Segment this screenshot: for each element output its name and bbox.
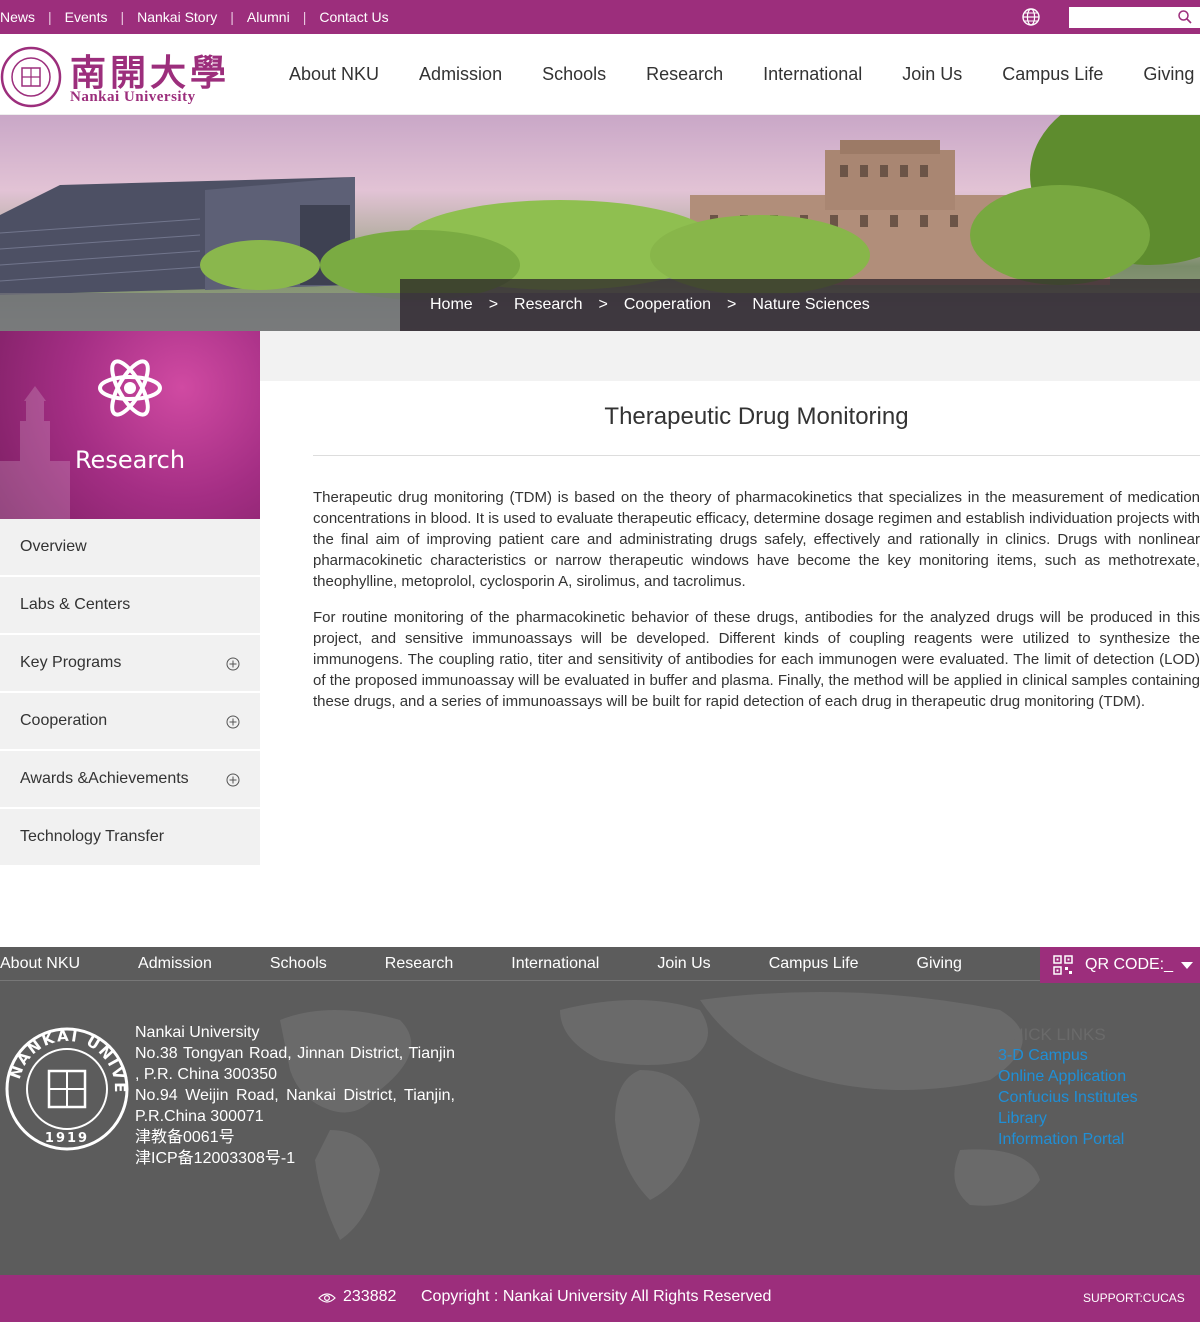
nav-research[interactable]: Research [646, 64, 723, 85]
qr-code-icon [1053, 955, 1073, 975]
breadcrumb-separator: > [488, 296, 499, 313]
sidebar-item-key-programs[interactable]: Key Programs [0, 635, 260, 693]
footer-nav: About NKU Admission Schools Research Int… [0, 947, 1040, 981]
breadcrumb-research[interactable]: Research [514, 296, 582, 314]
university-seal-logo: NANKAI UNIVERSITY 1919 [5, 1027, 129, 1151]
breadcrumb-nature-sciences[interactable]: Nature Sciences [752, 296, 869, 314]
quick-link-online-application[interactable]: Online Application [998, 1066, 1138, 1087]
article-paragraph: For routine monitoring of the pharmacoki… [313, 609, 1200, 710]
support-link[interactable]: SUPPORT:CUCAS [1083, 1291, 1185, 1305]
footer-nav-schools[interactable]: Schools [270, 955, 327, 973]
quick-links: QUICK LINKS 3-D Campus Online Applicatio… [998, 1024, 1138, 1150]
separator: | [302, 9, 307, 25]
top-link-events[interactable]: Events [65, 9, 108, 25]
footer-nav-research[interactable]: Research [385, 955, 453, 973]
address-line: No.38 Tongyan Road, Jinnan District, Tia… [135, 1045, 455, 1083]
address-line[interactable]: 津ICP备12003308号-1 [135, 1148, 455, 1169]
qr-code-label: QR CODE:_ [1085, 956, 1174, 973]
site-footer: About NKU Admission Schools Research Int… [0, 947, 1200, 1275]
nav-join-us[interactable]: Join Us [902, 64, 962, 85]
sidebar-item-label: Technology Transfer [20, 828, 165, 845]
nav-admission[interactable]: Admission [419, 64, 502, 85]
top-link-alumni[interactable]: Alumni [247, 9, 290, 25]
logo-english-text: Nankai University [70, 89, 196, 105]
qr-code-dropdown[interactable]: QR CODE:_ [1040, 947, 1200, 983]
top-link-contact-us[interactable]: Contact Us [319, 9, 388, 25]
top-link-nankai-story[interactable]: Nankai Story [137, 9, 217, 25]
plus-circle-icon[interactable] [226, 657, 240, 671]
content-top-band [260, 331, 1200, 381]
sidebar-item-label: Labs & Centers [20, 596, 131, 613]
contact-address: Nankai University No.38 Tongyan Road, Ji… [135, 1022, 455, 1169]
footer-nav-international[interactable]: International [511, 955, 599, 973]
footer-nav-join-us[interactable]: Join Us [657, 955, 710, 973]
footer-nav-about-nku[interactable]: About NKU [0, 955, 80, 973]
sidebar-menu: Overview Labs & Centers Key Programs Coo… [0, 519, 260, 867]
quick-link-confucius-institutes[interactable]: Confucius Institutes [998, 1087, 1138, 1108]
chevron-down-icon [1181, 962, 1193, 969]
nav-giving[interactable]: Giving [1143, 64, 1194, 85]
sidebar-item-label: Awards &Achievements [20, 770, 189, 787]
quick-link-information-portal[interactable]: Information Portal [998, 1129, 1138, 1150]
plus-circle-icon[interactable] [226, 773, 240, 787]
main-nav: About NKU Admission Schools Research Int… [289, 64, 1200, 85]
breadcrumb-cooperation[interactable]: Cooperation [624, 296, 711, 314]
address-line: Nankai University [135, 1024, 260, 1041]
nav-international[interactable]: International [763, 64, 862, 85]
site-header: 南開大學 Nankai University About NKU Admissi… [0, 34, 1200, 115]
separator: | [48, 9, 52, 25]
quick-link-3d-campus[interactable]: 3-D Campus [998, 1045, 1138, 1066]
breadcrumb-home[interactable]: Home [430, 296, 473, 314]
sidebar-title: Research [74, 446, 186, 474]
address-line[interactable]: 津教备0061号 [135, 1127, 455, 1148]
breadcrumb: Home > Research > Cooperation > Nature S… [400, 279, 1200, 331]
top-utility-bar: News | Events | Nankai Story | Alumni | … [0, 0, 1200, 34]
breadcrumb-separator: > [598, 296, 608, 313]
copyright-text: Copyright : Nankai University All Rights… [421, 1288, 772, 1305]
quick-links-title: QUICK LINKS [998, 1025, 1106, 1044]
atom-icon [98, 359, 162, 417]
title-divider [313, 455, 1200, 456]
sidebar-item-label: Cooperation [20, 712, 108, 729]
quick-link-library[interactable]: Library [998, 1108, 1138, 1129]
nav-about-nku[interactable]: About NKU [289, 64, 379, 85]
article-title: Therapeutic Drug Monitoring [604, 403, 909, 430]
footer-nav-campus-life[interactable]: Campus Life [769, 955, 859, 973]
breadcrumb-separator: > [727, 296, 737, 313]
campus-banner: Home > Research > Cooperation > Nature S… [0, 115, 1200, 331]
university-logo[interactable] [0, 46, 62, 108]
sidebar-item-label: Overview [20, 538, 87, 555]
plus-circle-icon[interactable] [226, 715, 240, 729]
sidebar-section-header: Research [0, 331, 260, 519]
sidebar-item-overview[interactable]: Overview [0, 519, 260, 577]
sidebar-item-awards-achievements[interactable]: Awards &Achievements [0, 751, 260, 809]
nav-campus-life[interactable]: Campus Life [1002, 64, 1103, 85]
nav-schools[interactable]: Schools [542, 64, 606, 85]
search-icon[interactable] [1177, 9, 1193, 25]
top-link-news[interactable]: News [0, 9, 35, 25]
copyright-bar: 233882 Copyright : Nankai University All… [0, 1275, 1200, 1322]
sidebar-item-cooperation[interactable]: Cooperation [0, 693, 260, 751]
article-paragraph: Therapeutic drug monitoring (TDM) is bas… [313, 489, 1200, 590]
separator: | [230, 9, 234, 25]
address-line: No.94 Weijin Road, Nankai District, Tian… [135, 1087, 455, 1125]
separator: | [120, 9, 125, 25]
globe-icon[interactable] [1021, 7, 1041, 27]
sidebar-item-labs-centers[interactable]: Labs & Centers [0, 577, 260, 635]
eye-icon [318, 1293, 336, 1303]
svg-text:1919: 1919 [45, 1131, 89, 1146]
top-links: News | Events | Nankai Story | Alumni | … [0, 0, 389, 34]
footer-nav-giving[interactable]: Giving [917, 955, 962, 973]
visit-counter: 233882 [343, 1288, 397, 1305]
sidebar-item-technology-transfer[interactable]: Technology Transfer [0, 809, 260, 867]
footer-nav-admission[interactable]: Admission [138, 955, 212, 973]
sidebar-item-label: Key Programs [20, 654, 122, 671]
